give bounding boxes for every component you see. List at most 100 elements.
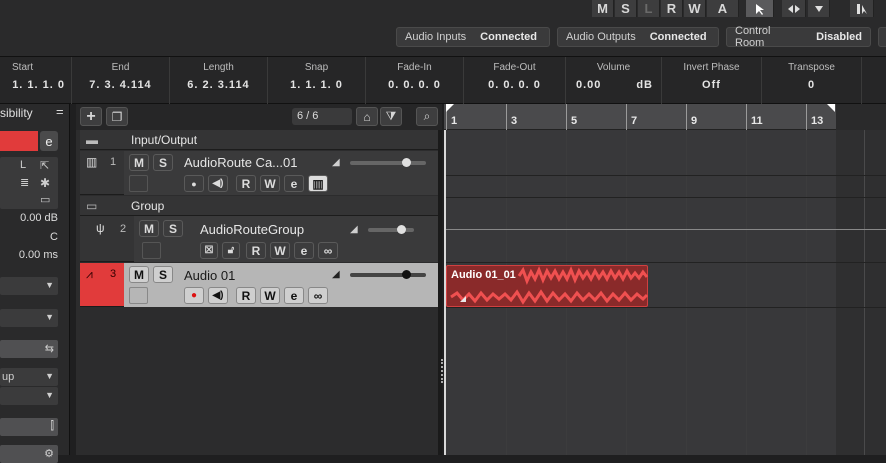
left-locator-icon[interactable] bbox=[446, 104, 454, 112]
mute-button[interactable]: M bbox=[129, 154, 149, 171]
info-fade-in[interactable]: Fade-In 0. 0. 0. 0 bbox=[366, 57, 464, 104]
input-routing-dropdown[interactable]: ▼ bbox=[0, 277, 58, 295]
track-counter[interactable]: 6 / 6 bbox=[292, 108, 352, 125]
track-channel-box[interactable] bbox=[129, 175, 148, 192]
expand-icon[interactable]: ⇱ bbox=[40, 159, 49, 172]
asterisk-icon[interactable]: ✱ bbox=[40, 176, 50, 190]
link-icon: ∞ bbox=[323, 243, 333, 258]
mute-button[interactable]: M bbox=[139, 220, 159, 237]
solo-button[interactable]: S bbox=[163, 220, 183, 237]
mute-button[interactable]: M bbox=[129, 266, 149, 283]
write-button[interactable]: W bbox=[260, 175, 280, 192]
output-routing-dropdown[interactable]: ▼ bbox=[0, 309, 58, 327]
group-dropdown[interactable]: up ▼ bbox=[0, 368, 58, 386]
waveform-icon: ⩘ bbox=[86, 267, 93, 281]
right-locator-icon[interactable] bbox=[827, 104, 835, 112]
monitor-button[interactable]: ◀) bbox=[208, 175, 228, 192]
lock-button[interactable]: 🔓︎ bbox=[222, 242, 240, 259]
link-button[interactable]: ∞ bbox=[318, 242, 338, 259]
slider-knob[interactable] bbox=[402, 270, 411, 279]
edit-channel-button[interactable]: e bbox=[294, 242, 314, 259]
mute-all-button[interactable]: M bbox=[592, 0, 614, 17]
slider-knob[interactable] bbox=[397, 225, 406, 234]
info-invert-phase[interactable]: Invert Phase Off bbox=[662, 57, 762, 104]
info-volume[interactable]: Volume 0.00 dB bbox=[566, 57, 662, 104]
list-icon[interactable]: ≣ bbox=[20, 176, 29, 189]
edit-channel-button[interactable]: e bbox=[284, 175, 304, 192]
menu-icon[interactable]: = bbox=[56, 104, 64, 119]
track-name[interactable]: AudioRouteGroup bbox=[200, 222, 304, 237]
track-list-divider[interactable] bbox=[438, 130, 442, 455]
project-window-arranger[interactable]: 1 3 5 7 9 11 13 15 Audio 01_01 bbox=[441, 104, 886, 455]
record-enable-button[interactable]: ● bbox=[184, 287, 204, 304]
edit-channel-button[interactable]: e bbox=[284, 287, 304, 304]
track-body: M S AudioRouteGroup ◢ ☒ 🔓︎ R W e ∞ bbox=[134, 216, 442, 262]
read-all-button[interactable]: R bbox=[661, 0, 683, 17]
write-all-button[interactable]: W bbox=[684, 0, 706, 17]
section-header[interactable]: ⚙ bbox=[0, 445, 58, 463]
record-enable-button[interactable]: ● bbox=[184, 175, 204, 192]
duplicate-track-button[interactable]: ❐ bbox=[106, 107, 128, 126]
track-name[interactable]: AudioRoute Ca...01 bbox=[184, 155, 297, 170]
slider-knob[interactable] bbox=[402, 158, 411, 167]
read-button[interactable]: R bbox=[236, 175, 256, 192]
info-end[interactable]: End 7. 3. 4.114 bbox=[72, 57, 170, 104]
lock-icon: 🔓︎ bbox=[227, 245, 235, 256]
track-channel-box[interactable] bbox=[142, 242, 161, 259]
automation-all-button[interactable]: A bbox=[707, 0, 739, 17]
timeline-ruler[interactable]: 1 3 5 7 9 11 13 15 bbox=[444, 104, 886, 130]
cursor-mode-icon[interactable] bbox=[850, 0, 874, 17]
lane-icon[interactable]: L bbox=[20, 159, 26, 171]
solo-button[interactable]: S bbox=[153, 266, 173, 283]
solo-button[interactable]: S bbox=[153, 154, 173, 171]
info-fade-out[interactable]: Fade-Out 0. 0. 0. 0 bbox=[464, 57, 566, 104]
track-3[interactable]: ⩘ 3 M S Audio 01 ◢ ● ◀) R W e ∞ bbox=[80, 263, 442, 307]
volume-value[interactable]: 0.00 dB bbox=[0, 212, 58, 224]
add-track-button[interactable]: + bbox=[80, 107, 102, 126]
section-header[interactable]: ⫿ bbox=[0, 418, 58, 436]
listen-all-button[interactable]: L bbox=[638, 0, 660, 17]
audio-event[interactable]: Audio 01_01 bbox=[446, 265, 649, 307]
monitor-button[interactable]: ◀) bbox=[208, 287, 228, 304]
track-channel-box[interactable] bbox=[129, 287, 148, 304]
search-button[interactable]: ⌕ bbox=[416, 107, 438, 126]
volume-slider[interactable] bbox=[350, 270, 426, 279]
edit-channel-icon[interactable]: e bbox=[40, 131, 58, 151]
delay-value[interactable]: 0.00 ms bbox=[0, 249, 58, 261]
snap-dropdown-icon[interactable] bbox=[808, 0, 830, 17]
track-2[interactable]: ψ 2 M S AudioRouteGroup ◢ ☒ 🔓︎ R W e ∞ bbox=[80, 216, 442, 262]
toolbar-overflow[interactable] bbox=[878, 27, 886, 47]
dropdown-value: up bbox=[2, 371, 15, 383]
divider-handle[interactable] bbox=[441, 359, 444, 383]
status-value: Disabled bbox=[816, 31, 862, 43]
fold-icon[interactable]: ▭ bbox=[40, 193, 50, 206]
info-transpose[interactable]: Transpose 0 bbox=[762, 57, 862, 104]
visibility-button[interactable]: ⌂ bbox=[356, 107, 378, 126]
info-snap[interactable]: Snap 1. 1. 1. 0 bbox=[268, 57, 366, 104]
track-name[interactable]: Audio 01 bbox=[184, 268, 235, 283]
read-button[interactable]: R bbox=[236, 287, 256, 304]
link-button[interactable]: ∞ bbox=[308, 287, 328, 304]
track-1[interactable]: ▥ 1 M S AudioRoute Ca...01 ◢ ● ◀) R W e … bbox=[80, 151, 442, 195]
track-color-bar[interactable] bbox=[0, 131, 38, 151]
filter-button[interactable]: ⧩ bbox=[380, 107, 402, 126]
info-start[interactable]: Start 1. 1. 1. 0 bbox=[0, 57, 72, 104]
secondary-dropdown[interactable]: ▼ bbox=[0, 387, 58, 405]
status-label: Control Room bbox=[735, 25, 771, 49]
folder-track-group[interactable]: ▭ Group bbox=[80, 196, 442, 216]
section-header[interactable]: ⇆ bbox=[0, 340, 58, 358]
volume-slider[interactable] bbox=[350, 158, 426, 167]
write-button[interactable]: W bbox=[260, 287, 280, 304]
filter-icon: ⧩ bbox=[385, 109, 397, 123]
tool-pointer-icon[interactable] bbox=[746, 0, 774, 17]
snap-icon[interactable] bbox=[782, 0, 806, 17]
volume-slider[interactable] bbox=[368, 225, 414, 234]
write-button[interactable]: W bbox=[270, 242, 290, 259]
instrument-button[interactable]: ▥ bbox=[308, 175, 328, 192]
solo-all-button[interactable]: S bbox=[615, 0, 637, 17]
folder-track-input-output[interactable]: ▬ Input/Output bbox=[80, 130, 442, 150]
info-length[interactable]: Length 6. 2. 3.114 bbox=[170, 57, 268, 104]
read-button[interactable]: R bbox=[246, 242, 266, 259]
pan-value[interactable]: C bbox=[0, 231, 58, 243]
disable-track-button[interactable]: ☒ bbox=[200, 242, 218, 259]
